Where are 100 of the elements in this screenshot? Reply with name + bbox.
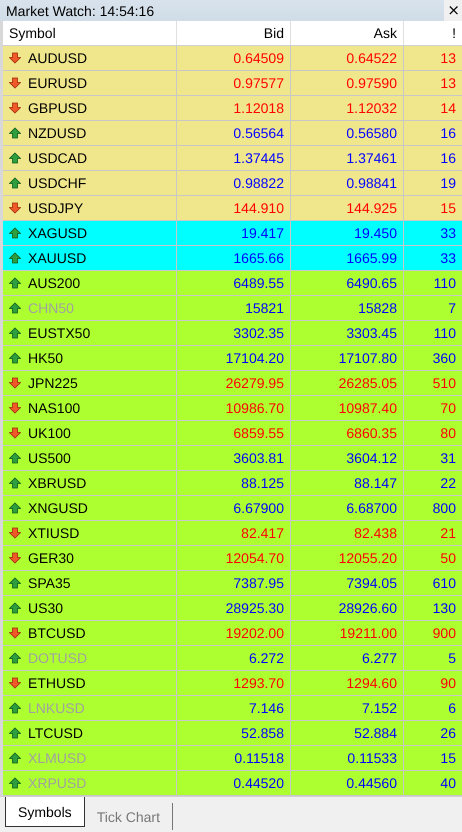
spread-cell-text: 15 <box>439 749 457 768</box>
ask-cell: 52.884 <box>291 721 404 745</box>
table-row[interactable]: UK100 6859.55 6860.35 80 <box>3 421 462 446</box>
bid-cell: 6489.55 <box>177 271 291 295</box>
table-row[interactable]: GBPUSD 1.12018 1.12032 14 <box>3 96 462 121</box>
table-row[interactable]: XTIUSD 82.417 82.438 21 <box>3 521 462 546</box>
ask-cell: 0.56580 <box>291 121 404 145</box>
spread-cell-text: 6 <box>447 699 457 718</box>
symbol-label: XNGUSD <box>28 500 88 516</box>
symbol-label: NZDUSD <box>28 125 86 141</box>
bid-cell: 1.12018 <box>177 96 291 120</box>
table-row[interactable]: JPN225 26279.95 26285.05 510 <box>3 371 462 396</box>
bid-cell: 6.272 <box>177 646 291 670</box>
table-row[interactable]: EURUSD 0.97577 0.97590 13 <box>3 71 462 96</box>
bid-cell: 144.910 <box>177 196 291 220</box>
tab[interactable]: Tick Chart <box>84 803 173 830</box>
ask-cell: 3604.12 <box>291 446 404 470</box>
ask-cell: 0.98841 <box>291 171 404 195</box>
column-header[interactable]: ! <box>404 21 462 45</box>
column-header[interactable]: Symbol <box>3 21 177 45</box>
table-row[interactable]: US30 28925.30 28926.60 130 <box>3 596 462 621</box>
symbol-label: LTCUSD <box>28 725 83 741</box>
bid-cell: 12054.70 <box>177 546 291 570</box>
symbol-label: USDCAD <box>28 150 88 166</box>
bid-cell: 19202.00 <box>177 621 291 645</box>
ask-cell: 6.68700 <box>291 496 404 520</box>
ask-cell: 6860.35 <box>291 421 404 445</box>
symbol-label: CHN50 <box>28 300 74 316</box>
table-row[interactable]: AUDUSD 0.64509 0.64522 13 <box>3 46 462 71</box>
tab[interactable]: Symbols <box>5 797 85 827</box>
ask-cell: 1.12032 <box>291 96 404 120</box>
spread-cell-text: 110 <box>432 274 457 293</box>
ask-cell: 1665.99 <box>291 246 404 270</box>
ask-cell: 15828 <box>291 296 404 320</box>
table-row[interactable]: AUS200 6489.55 6490.65 110 <box>3 271 462 296</box>
bid-cell: 0.44520 <box>177 771 291 795</box>
ask-cell: 3303.45 <box>291 321 404 345</box>
ask-cell: 82.438 <box>291 521 404 545</box>
ask-cell: 10987.40 <box>291 396 404 420</box>
ask-cell: 1294.60 <box>291 671 404 695</box>
spread-cell-text: 21 <box>439 524 457 543</box>
spread-cell-text: 610 <box>432 574 457 593</box>
close-button[interactable]: × <box>447 2 460 18</box>
ask-cell: 6.277 <box>291 646 404 670</box>
symbol-label: XAGUSD <box>28 225 88 241</box>
table-row[interactable]: LTCUSD 52.858 52.884 26 <box>3 721 462 746</box>
spread-cell-text: 360 <box>432 349 457 368</box>
symbol-label: JPN225 <box>28 375 78 391</box>
table-row[interactable]: GER30 12054.70 12055.20 50 <box>3 546 462 571</box>
symbol-label: XBRUSD <box>28 475 86 491</box>
column-header[interactable]: Bid <box>177 21 291 45</box>
table-row[interactable]: SPA35 7387.95 7394.05 610 <box>3 571 462 596</box>
spread-cell-text: 33 <box>439 224 457 243</box>
bid-cell: 1.37445 <box>177 146 291 170</box>
ask-cell: 7.152 <box>291 696 404 720</box>
bid-cell: 82.417 <box>177 521 291 545</box>
spread-cell-text: 510 <box>432 374 457 393</box>
table-row[interactable]: USDJPY 144.910 144.925 15 <box>3 196 462 221</box>
table-row[interactable]: HK50 17104.20 17107.80 360 <box>3 346 462 371</box>
symbol-label: SPA35 <box>28 575 71 591</box>
bid-cell: 88.125 <box>177 471 291 495</box>
ask-cell: 26285.05 <box>291 371 404 395</box>
spread-cell-text: 16 <box>439 149 457 168</box>
table-row[interactable]: NAS100 10986.70 10987.40 70 <box>3 396 462 421</box>
symbol-label: HK50 <box>28 350 64 366</box>
spread-cell-text: 7 <box>447 299 457 318</box>
symbol-label: EURUSD <box>28 75 88 91</box>
ask-cell: 0.64522 <box>291 46 404 70</box>
symbol-label: UK100 <box>28 425 71 441</box>
bid-cell: 0.56564 <box>177 121 291 145</box>
bid-cell: 1293.70 <box>177 671 291 695</box>
table-row[interactable]: XAGUSD 19.417 19.450 33 <box>3 221 462 246</box>
table-row[interactable]: XNGUSD 6.67900 6.68700 800 <box>3 496 462 521</box>
table-row[interactable]: XAUUSD 1665.66 1665.99 33 <box>3 246 462 271</box>
ask-cell: 0.97590 <box>291 71 404 95</box>
table-row[interactable]: USDCAD 1.37445 1.37461 16 <box>3 146 462 171</box>
symbol-label: GBPUSD <box>28 100 88 116</box>
bid-cell: 0.97577 <box>177 71 291 95</box>
table-row[interactable]: US500 3603.81 3604.12 31 <box>3 446 462 471</box>
bid-cell: 17104.20 <box>177 346 291 370</box>
bid-cell: 52.858 <box>177 721 291 745</box>
bid-cell: 10986.70 <box>177 396 291 420</box>
symbol-label: XLMUSD <box>28 750 86 766</box>
bid-cell: 3302.35 <box>177 321 291 345</box>
table-row[interactable]: ETHUSD 1293.70 1294.60 90 <box>3 671 462 696</box>
table-row[interactable]: EUSTX50 3302.35 3303.45 110 <box>3 321 462 346</box>
spread-cell-text: 80 <box>439 424 457 443</box>
symbol-label: BTCUSD <box>28 625 86 641</box>
spread-cell-text: 40 <box>439 774 457 793</box>
column-header[interactable]: Ask <box>291 21 404 45</box>
table-row[interactable]: USDCHF 0.98822 0.98841 19 <box>3 171 462 196</box>
spread-cell-text: 800 <box>432 499 457 518</box>
table-row[interactable]: BTCUSD 19202.00 19211.00 900 <box>3 621 462 646</box>
table-row[interactable]: XBRUSD 88.125 88.147 22 <box>3 471 462 496</box>
bid-cell: 28925.30 <box>177 596 291 620</box>
symbol-label: XRPUSD <box>28 775 86 791</box>
bid-cell: 0.98822 <box>177 171 291 195</box>
symbol-label: LNKUSD <box>28 700 85 716</box>
table-row[interactable]: NZDUSD 0.56564 0.56580 16 <box>3 121 462 146</box>
ask-cell: 19211.00 <box>291 621 404 645</box>
